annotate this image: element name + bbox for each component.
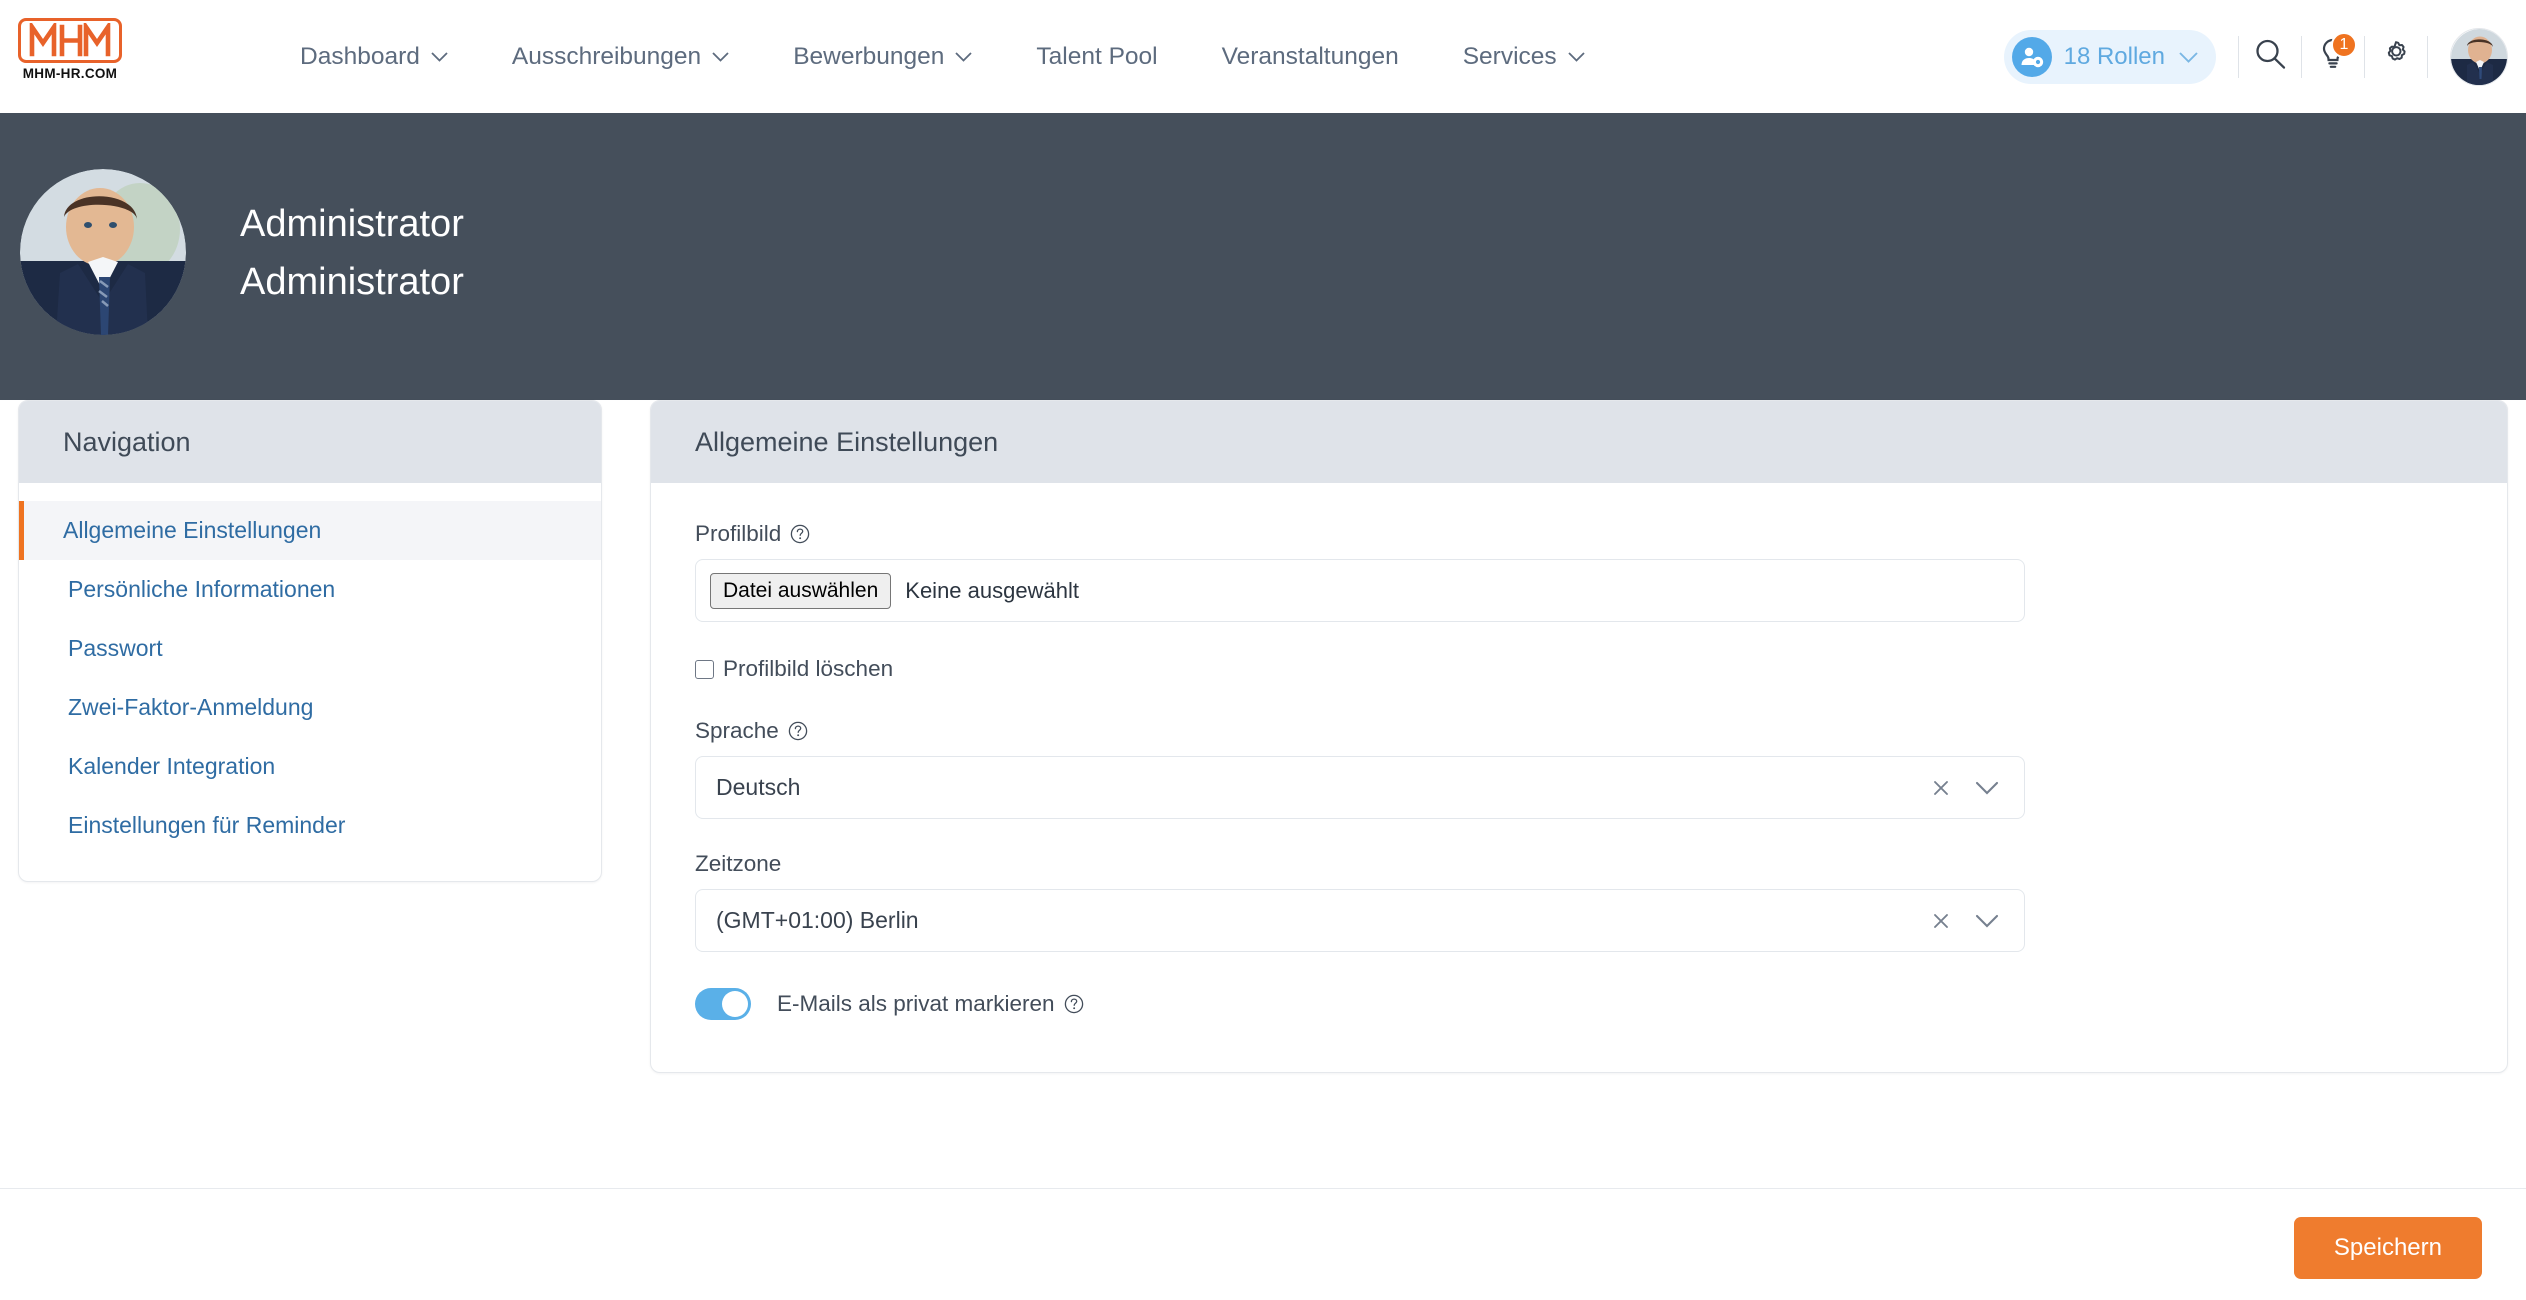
save-button[interactable]: Speichern — [2293, 1217, 2482, 1279]
navigation-panel: Navigation Allgemeine Einstellungen Pers… — [18, 400, 602, 882]
profilbild-label-text: Profilbild — [695, 521, 782, 546]
page-title: Allgemeine Einstellungen — [651, 401, 2507, 483]
private-emails-row: E-Mails als privat markieren — [695, 988, 2463, 1020]
footer-bar: Speichern — [0, 1188, 2526, 1300]
top-header: MHM-HR.COM Dashboard Ausschreibungen Bew… — [0, 0, 2526, 113]
user-gear-icon — [2011, 36, 2052, 77]
chevron-down-icon — [955, 51, 973, 62]
profile-banner: Administrator Administrator — [0, 113, 2526, 400]
sidebar-item-kalender-integration[interactable]: Kalender Integration — [19, 737, 601, 796]
brand-logo[interactable]: MHM-HR.COM — [10, 18, 130, 81]
main-navigation: Dashboard Ausschreibungen Bewerbungen Ta… — [300, 0, 1585, 113]
profilbild-label: Profilbild — [695, 521, 2463, 547]
nav-label: Dashboard — [300, 42, 420, 70]
sidebar-item-einstellungen-fuer-reminder[interactable]: Einstellungen für Reminder — [19, 796, 601, 855]
nav-item-ausschreibungen[interactable]: Ausschreibungen — [512, 43, 729, 71]
sprache-label-text: Sprache — [695, 718, 779, 743]
zeitzone-label: Zeitzone — [695, 851, 2463, 877]
logo-mark — [18, 18, 122, 63]
nav-item-veranstaltungen[interactable]: Veranstaltungen — [1222, 43, 1399, 71]
file-status-text: Keine ausgewählt — [905, 577, 1079, 603]
nav-item-talent-pool[interactable]: Talent Pool — [1036, 43, 1157, 71]
private-emails-label-text: E-Mails als privat markieren — [777, 991, 1055, 1016]
chevron-down-icon — [1568, 51, 1585, 62]
sprache-select[interactable]: Deutsch — [695, 756, 2025, 819]
sprache-value: Deutsch — [716, 774, 801, 800]
zeitzone-select[interactable]: (GMT+01:00) Berlin — [695, 889, 2025, 952]
zeitzone-value: (GMT+01:00) Berlin — [716, 907, 919, 933]
choose-file-button[interactable]: Datei auswählen — [710, 572, 892, 609]
nav-item-services[interactable]: Services — [1463, 43, 1585, 71]
clear-sprache-icon[interactable] — [1918, 778, 1964, 798]
chevron-down-icon — [712, 51, 729, 62]
notification-badge: 1 — [2331, 31, 2357, 58]
nav-label: Services — [1462, 42, 1557, 70]
nav-label: Talent Pool — [1036, 42, 1158, 70]
header-actions: 18 Rollen 1 — [2003, 0, 2508, 113]
profile-name: Administrator Administrator — [240, 195, 464, 311]
roles-selector[interactable]: 18 Rollen — [2003, 29, 2216, 84]
profilbild-file-input[interactable]: Datei auswählen Keine ausgewählt — [695, 559, 2025, 622]
profile-first-name: Administrator — [240, 203, 464, 245]
question-circle-icon[interactable] — [788, 721, 808, 741]
navigation-panel-title: Navigation — [19, 401, 601, 483]
settings-button[interactable] — [2365, 26, 2427, 88]
delete-picture-row: Profilbild löschen — [695, 656, 2463, 682]
profile-avatar — [20, 169, 186, 335]
header-divider — [2427, 35, 2428, 78]
chevron-down-icon — [431, 51, 448, 62]
nav-item-bewerbungen[interactable]: Bewerbungen — [793, 42, 973, 71]
delete-picture-label: Profilbild löschen — [723, 656, 894, 681]
nav-label: Veranstaltungen — [1221, 42, 1399, 70]
chevron-down-icon[interactable] — [1964, 914, 2010, 928]
nav-label: Bewerbungen — [793, 42, 945, 70]
settings-panel: Allgemeine Einstellungen Profilbild Date… — [650, 400, 2508, 1073]
nav-item-dashboard[interactable]: Dashboard — [300, 43, 448, 71]
settings-form: Profilbild Datei auswählen Keine ausgewä… — [651, 483, 2507, 1072]
private-emails-label: E-Mails als privat markieren — [777, 991, 1084, 1017]
profile-avatar-image — [20, 169, 186, 335]
logo-subtitle: MHM-HR.COM — [22, 66, 118, 81]
sidebar-item-zwei-faktor-anmeldung[interactable]: Zwei-Faktor-Anmeldung — [19, 678, 601, 737]
sprache-label: Sprache — [695, 718, 2463, 744]
question-circle-icon[interactable] — [1064, 994, 1084, 1014]
question-circle-icon[interactable] — [790, 524, 810, 544]
navigation-list: Allgemeine Einstellungen Persönliche Inf… — [19, 483, 601, 881]
profile-last-name: Administrator — [240, 261, 464, 303]
private-emails-toggle[interactable] — [695, 988, 751, 1020]
chevron-down-icon[interactable] — [1964, 781, 2010, 795]
sidebar-item-persoenliche-informationen[interactable]: Persönliche Informationen — [19, 560, 601, 619]
user-avatar-image — [2451, 28, 2507, 85]
mhm-logo-icon — [29, 23, 111, 57]
avatar[interactable] — [2450, 27, 2508, 86]
zeitzone-label-text: Zeitzone — [695, 851, 782, 876]
search-icon — [2253, 37, 2287, 76]
toggle-knob — [722, 991, 748, 1017]
notifications-button[interactable]: 1 — [2302, 26, 2364, 88]
roles-label: 18 Rollen — [2063, 42, 2165, 70]
sidebar-item-allgemeine-einstellungen[interactable]: Allgemeine Einstellungen — [19, 501, 601, 560]
search-button[interactable] — [2239, 26, 2301, 88]
nav-label: Ausschreibungen — [511, 42, 702, 70]
clear-zeitzone-icon[interactable] — [1918, 911, 1964, 931]
delete-picture-checkbox[interactable] — [695, 659, 714, 679]
sidebar-item-passwort[interactable]: Passwort — [19, 619, 601, 678]
chevron-down-icon — [2179, 51, 2198, 63]
gear-icon — [2379, 37, 2413, 76]
